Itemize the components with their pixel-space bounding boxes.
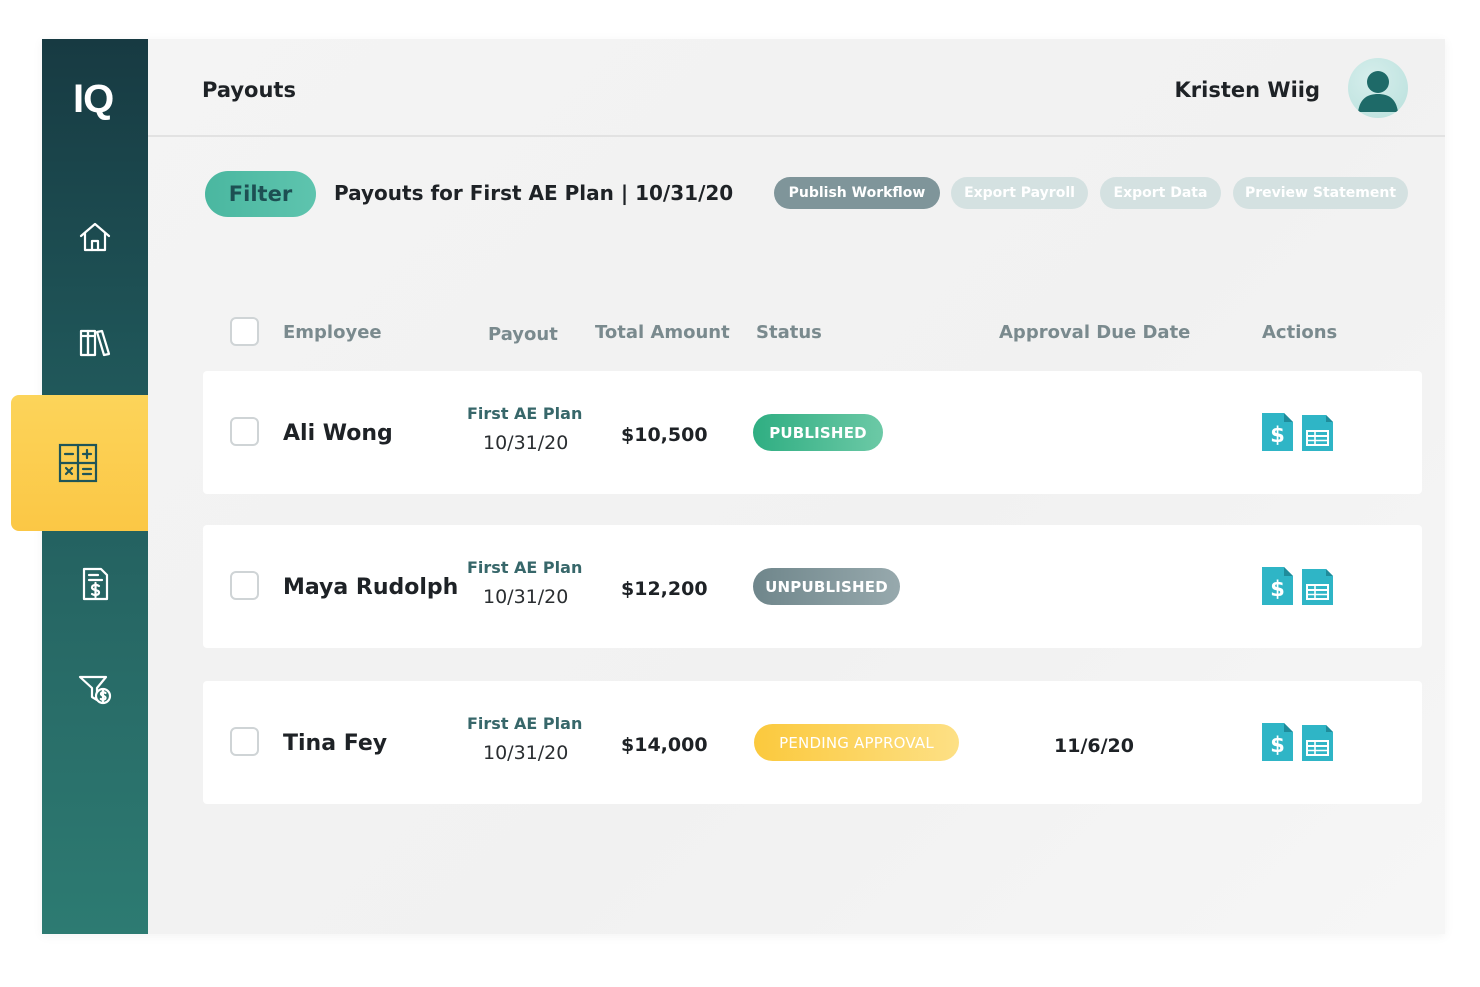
svg-text:$: $ (1270, 423, 1285, 447)
user-name[interactable]: Kristen Wiig (1175, 78, 1320, 102)
approval-due-date: 11/6/20 (1054, 735, 1134, 757)
sidebar-item-statement[interactable] (42, 550, 148, 618)
column-header-payout[interactable]: Payout (488, 324, 558, 345)
status-badge: PENDING APPROVAL (754, 724, 959, 761)
user-avatar[interactable] (1348, 58, 1408, 118)
payout-date: 10/31/20 (483, 432, 569, 454)
total-amount: $14,000 (621, 734, 708, 756)
page-title: Payouts (202, 78, 296, 102)
calculator-icon (58, 443, 98, 483)
payout-plan: First AE Plan (467, 714, 583, 733)
table-row[interactable]: Tina Fey First AE Plan 10/31/20 $14,000 … (203, 681, 1422, 804)
preview-statement-button[interactable]: Preview Statement (1233, 177, 1408, 209)
payout-plan: First AE Plan (467, 404, 583, 423)
row-checkbox[interactable] (230, 571, 259, 600)
payout-date: 10/31/20 (483, 742, 569, 764)
column-header-actions: Actions (1262, 322, 1338, 343)
total-amount: $12,200 (621, 578, 708, 600)
spreadsheet-icon[interactable] (1302, 725, 1333, 761)
document-dollar-icon (82, 567, 109, 601)
table-header: Employee Payout Total Amount Status Appr… (42, 317, 1445, 351)
spreadsheet-icon[interactable] (1302, 569, 1333, 605)
employee-name: Tina Fey (283, 731, 388, 756)
employee-name: Ali Wong (283, 421, 393, 446)
publish-workflow-button[interactable]: Publish Workflow (774, 177, 940, 209)
payout-dollar-icon[interactable]: $ (1262, 413, 1293, 451)
table-row[interactable]: Maya Rudolph First AE Plan 10/31/20 $12,… (203, 525, 1422, 648)
export-data-button[interactable]: Export Data (1100, 177, 1221, 209)
payouts-subtitle: Payouts for First AE Plan | 10/31/20 (334, 181, 734, 205)
select-all-checkbox[interactable] (230, 317, 259, 346)
sidebar-item-calculator[interactable] (11, 395, 148, 531)
column-header-status[interactable]: Status (756, 322, 822, 343)
employee-name: Maya Rudolph (283, 575, 459, 600)
status-badge: UNPUBLISHED (753, 568, 900, 605)
export-payroll-button[interactable]: Export Payroll (951, 177, 1088, 209)
payout-dollar-icon[interactable]: $ (1262, 567, 1293, 605)
row-checkbox[interactable] (230, 417, 259, 446)
spreadsheet-icon[interactable] (1302, 415, 1333, 451)
column-header-employee[interactable]: Employee (283, 322, 382, 343)
total-amount: $10,500 (621, 424, 708, 446)
svg-text:$: $ (1270, 733, 1285, 757)
top-bar: Payouts Kristen Wiig (148, 39, 1445, 137)
filter-button[interactable]: Filter (205, 171, 316, 217)
column-header-approval-due-date[interactable]: Approval Due Date (999, 322, 1190, 343)
app-logo[interactable]: IQ (73, 77, 114, 122)
user-avatar-icon (1358, 71, 1398, 112)
sidebar-item-home[interactable] (42, 203, 148, 271)
status-badge: PUBLISHED (753, 414, 883, 451)
payout-dollar-icon[interactable]: $ (1262, 723, 1293, 761)
column-header-total-amount[interactable]: Total Amount (595, 322, 730, 343)
table-row[interactable]: Ali Wong First AE Plan 10/31/20 $10,500 … (203, 371, 1422, 494)
row-checkbox[interactable] (230, 727, 259, 756)
payout-plan: First AE Plan (467, 558, 583, 577)
payout-date: 10/31/20 (483, 586, 569, 608)
home-icon (79, 222, 111, 252)
sidebar-item-funnel[interactable] (42, 655, 148, 723)
app-window: IQ Payouts Kristen Wiig Filter Payouts f… (42, 39, 1445, 934)
svg-text:$: $ (1270, 577, 1285, 601)
funnel-dollar-icon (78, 675, 112, 705)
